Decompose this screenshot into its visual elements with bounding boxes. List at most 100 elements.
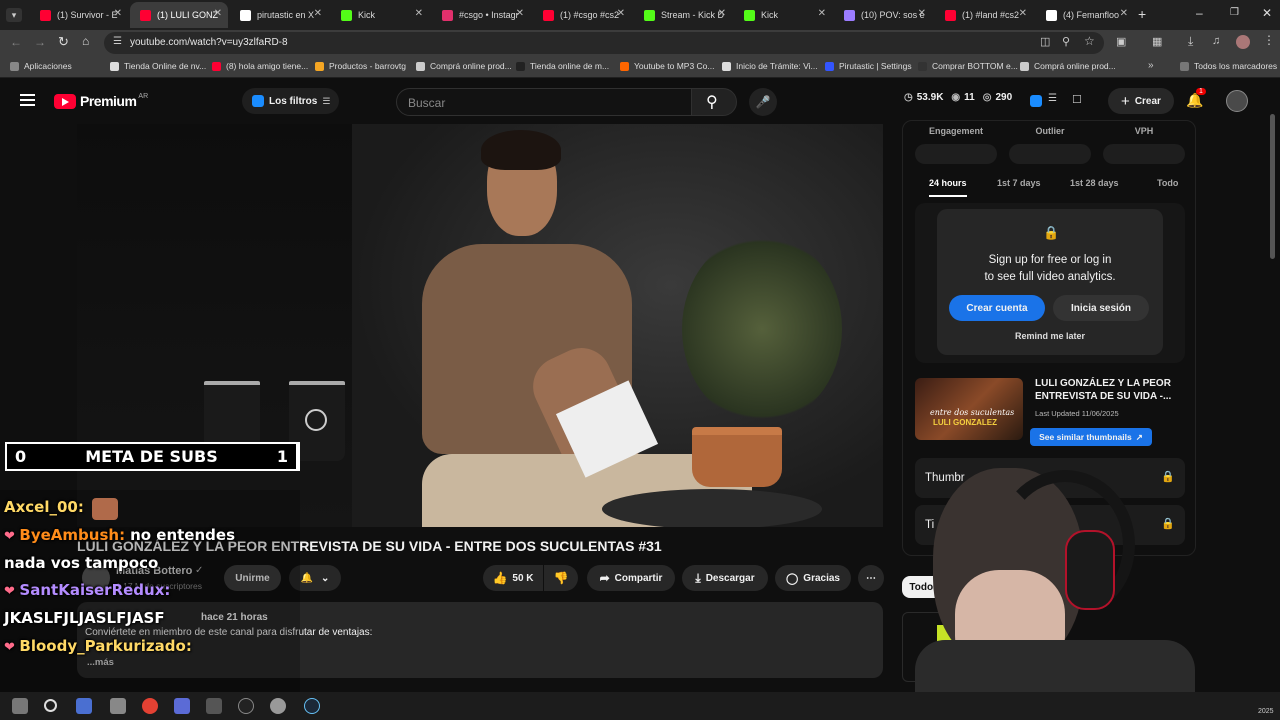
range-tab[interactable]: 24 hours bbox=[929, 178, 967, 188]
browser-tab[interactable]: Kick ✕ bbox=[331, 2, 429, 28]
taskbar-app-2-icon[interactable] bbox=[110, 698, 126, 714]
browser-tab[interactable]: (1) LULI GONZ ✕ bbox=[130, 2, 228, 28]
start-icon[interactable] bbox=[12, 698, 28, 714]
media-icon[interactable]: ♫ bbox=[1212, 35, 1220, 47]
dislike-button[interactable]: 👎 bbox=[544, 565, 578, 591]
bookmark-item[interactable]: Productos - barrovtg bbox=[315, 61, 406, 71]
forward-icon[interactable]: → bbox=[34, 35, 46, 49]
like-button[interactable]: 👍 50 K bbox=[483, 565, 543, 591]
browser-tab[interactable]: (10) POV: sos e ✕ bbox=[834, 2, 932, 28]
vidiq-menu-icon[interactable]: ☰ bbox=[1048, 93, 1057, 104]
more-actions-button[interactable]: ⋯ bbox=[858, 565, 884, 591]
bookmark-item[interactable]: (8) hola amigo tiene... bbox=[212, 61, 308, 71]
trophy-icon[interactable]: ☐ bbox=[1072, 93, 1082, 106]
reload-icon[interactable]: ↻ bbox=[58, 34, 69, 50]
browser-tab[interactable]: #csgo • Instagr ✕ bbox=[432, 2, 530, 28]
taskbar-app-7-icon[interactable] bbox=[270, 698, 286, 714]
thanks-button[interactable]: ◯ Gracias bbox=[775, 565, 851, 591]
voice-search-button[interactable]: 🎤 bbox=[749, 88, 777, 116]
address-bar[interactable]: ☰ youtube.com/watch?v=uy3zlfaRD-8 ◫ ⚲ ☆ bbox=[104, 32, 1104, 54]
tab-close-icon[interactable]: ✕ bbox=[617, 8, 625, 19]
youtube-logo[interactable]: Premium AR bbox=[54, 93, 148, 109]
taskbar-app-6-icon[interactable] bbox=[238, 698, 254, 714]
tab-close-icon[interactable]: ✕ bbox=[114, 8, 122, 19]
taskbar-search-icon[interactable] bbox=[44, 699, 57, 712]
browser-tab[interactable]: (1) #csgo #cs2 ✕ bbox=[533, 2, 631, 28]
related-thumbnail[interactable]: entre dos suculentas LULI GONZALEZ bbox=[915, 378, 1023, 440]
download-icon[interactable]: ⤓ bbox=[1188, 34, 1193, 49]
tab-close-icon[interactable]: ✕ bbox=[214, 8, 222, 19]
browser-tab[interactable]: pirutastic en X ✕ bbox=[230, 2, 328, 28]
home-icon[interactable]: ⌂ bbox=[82, 34, 89, 48]
vidiq-badge-icon[interactable] bbox=[1030, 95, 1042, 107]
taskbar-app-5-icon[interactable] bbox=[206, 698, 222, 714]
chrome-icon[interactable] bbox=[142, 698, 158, 714]
bookmark-item[interactable]: Tienda Online de nv... bbox=[110, 61, 206, 71]
range-tab[interactable]: 1st 7 days bbox=[997, 178, 1041, 188]
create-account-button[interactable]: Crear cuenta bbox=[949, 295, 1045, 321]
bookmark-item[interactable]: Comprar BOTTOM e... bbox=[918, 61, 1018, 71]
all-bookmarks[interactable]: Todos los marcadores bbox=[1180, 61, 1277, 71]
streamer-torso bbox=[915, 640, 1195, 692]
hamburger-menu-icon[interactable] bbox=[20, 94, 35, 106]
bookmark-item[interactable]: Inicio de Trámite: Vi... bbox=[722, 61, 818, 71]
bookmarks-overflow-icon[interactable]: » bbox=[1148, 60, 1154, 71]
tab-close-icon[interactable]: ✕ bbox=[918, 8, 926, 19]
outlier-value bbox=[1009, 144, 1091, 164]
account-avatar[interactable] bbox=[1226, 90, 1248, 112]
back-icon[interactable]: ← bbox=[10, 35, 22, 49]
tab-search-button[interactable]: ▾ bbox=[6, 8, 22, 22]
bookmark-item[interactable]: Comprá online prod... bbox=[416, 61, 512, 71]
notifications-button[interactable]: 🔔 1 bbox=[1186, 88, 1206, 110]
similar-thumbnails-button[interactable]: See similar thumbnails ↗ bbox=[1030, 428, 1152, 446]
range-tab[interactable]: Todo bbox=[1157, 178, 1178, 188]
search-button[interactable]: ⚲ bbox=[691, 88, 737, 116]
related-title[interactable]: LULI GONZÁLEZ Y LA PEOR ENTREVISTA DE SU… bbox=[1035, 377, 1185, 403]
bookmark-star-icon[interactable]: ☆ bbox=[1084, 34, 1095, 48]
menu-icon[interactable]: ⋮ bbox=[1263, 33, 1275, 47]
sidepanel-icon[interactable]: ▦ bbox=[1152, 35, 1162, 48]
tab-close-icon[interactable]: ✕ bbox=[1120, 8, 1128, 19]
range-tab[interactable]: 1st 28 days bbox=[1070, 178, 1119, 188]
new-tab-button[interactable]: + bbox=[1138, 6, 1146, 22]
steam-icon[interactable] bbox=[304, 698, 320, 714]
browser-tab[interactable]: Stream - Kick D ✕ bbox=[634, 2, 732, 28]
zoom-icon[interactable]: ⚲ bbox=[1062, 35, 1070, 48]
scrollbar-thumb[interactable] bbox=[1270, 114, 1275, 259]
browser-tab[interactable]: (4) Femanfloo ✕ bbox=[1036, 2, 1134, 28]
download-button[interactable]: ⤓ Descargar bbox=[682, 565, 768, 591]
close-window-button[interactable]: ✕ bbox=[1262, 6, 1272, 20]
tab-favicon-icon bbox=[945, 9, 956, 21]
taskbar-app-4-icon[interactable] bbox=[174, 698, 190, 714]
tab-close-icon[interactable]: ✕ bbox=[415, 8, 423, 19]
bookmark-item[interactable]: Pirutastic | Settings bbox=[825, 61, 912, 71]
tab-close-icon[interactable]: ✕ bbox=[818, 8, 826, 19]
create-button[interactable]: + Crear bbox=[1108, 88, 1174, 114]
browser-tab[interactable]: Kick ✕ bbox=[734, 2, 832, 28]
person-hair bbox=[481, 130, 561, 170]
browser-tab[interactable]: (1) Survivor - E ✕ bbox=[30, 2, 128, 28]
thumbnail-subtitle: entre dos suculentas bbox=[930, 408, 1015, 417]
minimize-button[interactable]: – bbox=[1196, 6, 1203, 20]
tab-close-icon[interactable]: ✕ bbox=[314, 8, 322, 19]
browser-tab[interactable]: (1) #land #cs2 ✕ bbox=[935, 2, 1033, 28]
remind-later-link[interactable]: Remind me later bbox=[937, 331, 1163, 341]
bookmark-favicon-icon bbox=[212, 61, 221, 71]
bookmark-item[interactable]: Comprá online prod... bbox=[1020, 61, 1116, 71]
extensions-icon[interactable]: ▣ bbox=[1116, 35, 1126, 48]
install-icon[interactable]: ◫ bbox=[1040, 35, 1050, 48]
taskbar-app-1-icon[interactable] bbox=[76, 698, 92, 714]
filters-button[interactable]: Los filtros ☰ bbox=[242, 88, 339, 114]
site-info-icon[interactable]: ☰ bbox=[113, 36, 122, 47]
bookmark-item[interactable]: Tienda online de m... bbox=[516, 61, 609, 71]
profile-avatar[interactable] bbox=[1236, 35, 1250, 49]
bookmark-item[interactable]: Youtube to MP3 Co... bbox=[620, 61, 715, 71]
share-button[interactable]: ➦ Compartir bbox=[587, 565, 675, 591]
bookmark-item[interactable]: Aplicaciones bbox=[10, 61, 72, 71]
restore-button[interactable]: ❐ bbox=[1230, 7, 1239, 18]
login-button[interactable]: Inicia sesión bbox=[1053, 295, 1149, 321]
tab-close-icon[interactable]: ✕ bbox=[516, 8, 524, 19]
search-input[interactable]: Buscar bbox=[396, 88, 692, 116]
tab-close-icon[interactable]: ✕ bbox=[1019, 8, 1027, 19]
tab-close-icon[interactable]: ✕ bbox=[718, 8, 726, 19]
